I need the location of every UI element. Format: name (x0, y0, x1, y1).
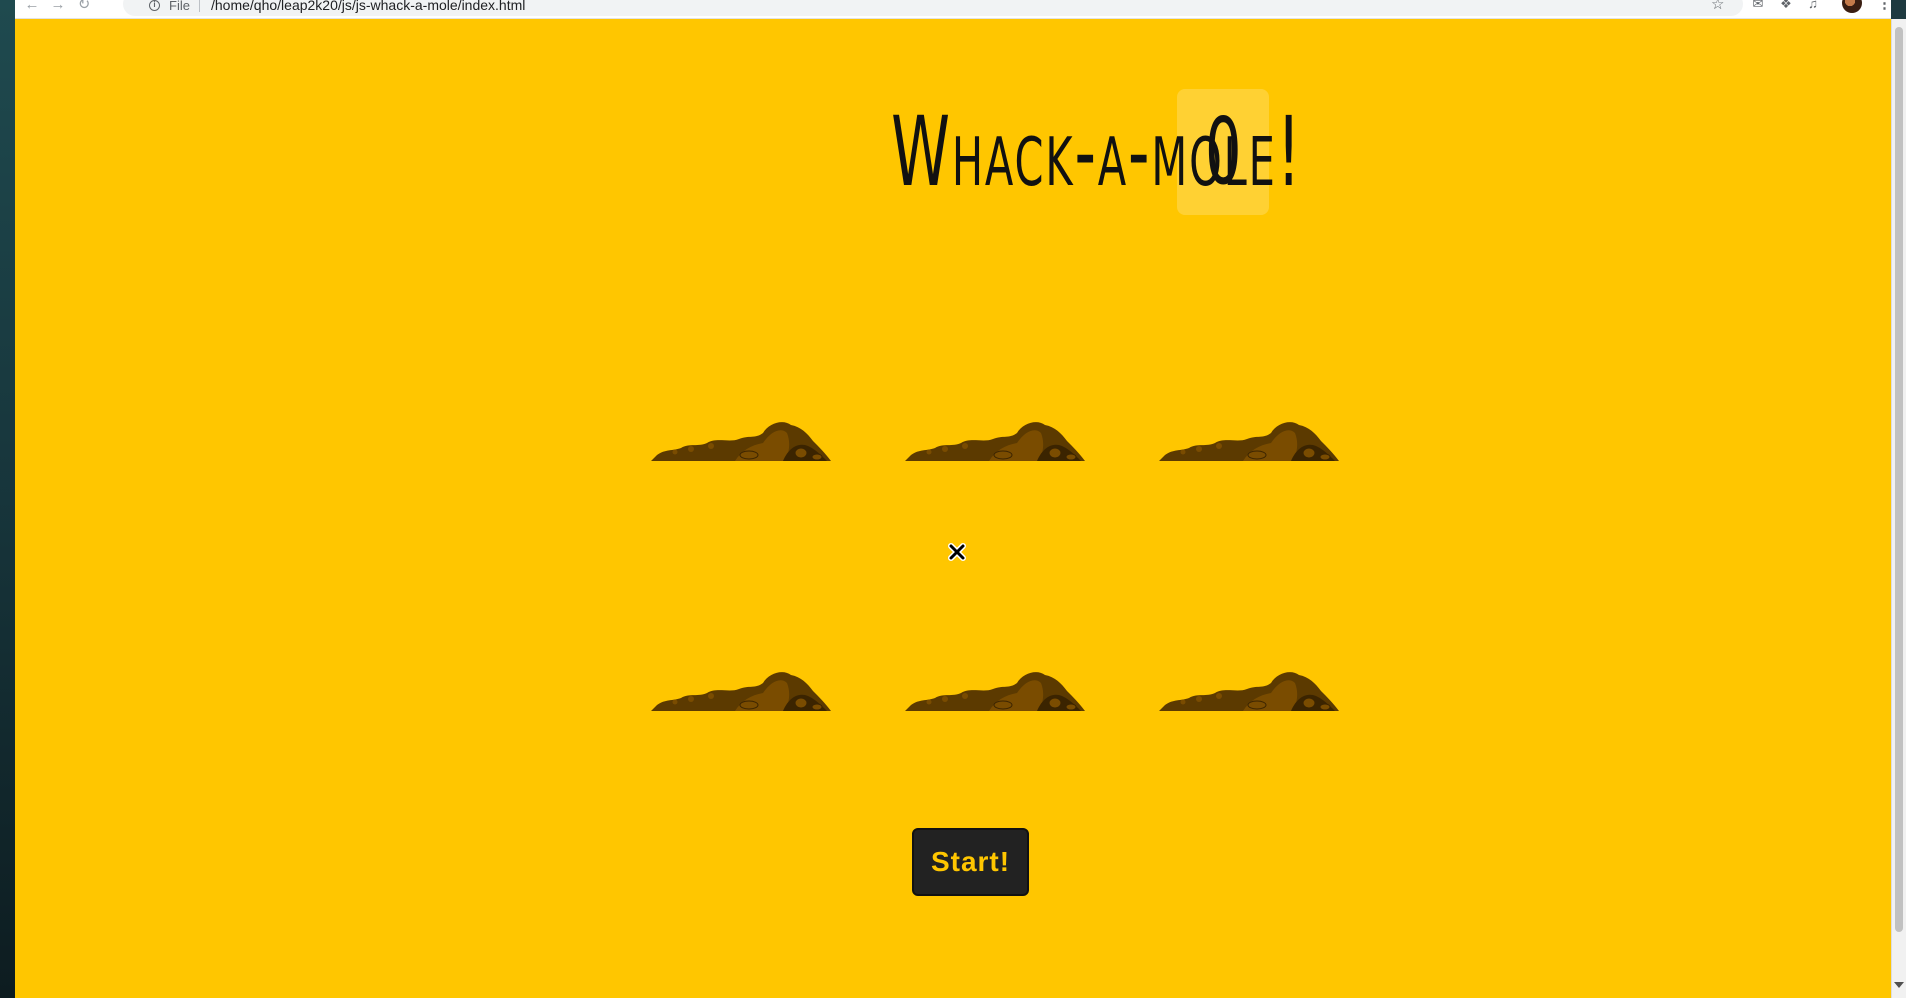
reload-icon[interactable]: ↻ (75, 0, 93, 14)
mole-hole[interactable] (1135, 551, 1371, 711)
dirt-mound-icon (1159, 672, 1339, 711)
scrollbar-thumb[interactable] (1895, 27, 1903, 932)
url-path[interactable]: /home/qho/leap2k20/js/js-whack-a-mole/in… (211, 0, 525, 12)
start-button[interactable]: Start! (912, 828, 1029, 896)
address-bar[interactable]: i File /home/qho/leap2k20/js/js-whack-a-… (123, 0, 1743, 16)
url-scheme: File (169, 0, 190, 13)
avatar-icon[interactable] (1842, 0, 1862, 13)
dirt-mound-icon (905, 422, 1085, 461)
dirt-mound-icon (651, 672, 831, 711)
star-icon[interactable]: ☆ (1711, 0, 1724, 14)
back-arrow-icon[interactable]: ← (23, 0, 41, 14)
page-viewport: Whack-a-mole! 0 Start! (15, 19, 1891, 998)
mole-hole[interactable] (627, 551, 863, 711)
forward-arrow-icon[interactable]: → (49, 0, 67, 14)
mail-icon[interactable]: ✉ (1750, 0, 1766, 12)
dirt-mound-icon (651, 422, 831, 461)
media-icon[interactable]: ♫ (1805, 0, 1821, 12)
desktop-background (0, 0, 15, 998)
mole-hole[interactable] (1135, 301, 1371, 461)
mole-hole[interactable] (881, 551, 1117, 711)
cursor-x-icon (948, 543, 966, 561)
page-header: Whack-a-mole! 0 (15, 89, 1891, 215)
browser-toolbar: ← → ↻ i File /home/qho/leap2k20/js/js-wh… (15, 0, 1892, 19)
game-board (627, 301, 1395, 801)
scroll-down-arrow-icon[interactable] (1894, 982, 1904, 988)
dirt-mound-icon (905, 672, 1085, 711)
url-separator (199, 0, 200, 12)
puzzle-icon[interactable]: ❖ (1778, 0, 1794, 12)
scrollbar[interactable] (1891, 19, 1906, 998)
mole-hole[interactable] (881, 301, 1117, 461)
dirt-mound-icon (1159, 422, 1339, 461)
mole-hole[interactable] (627, 301, 863, 461)
menu-dots-icon[interactable]: ⋮ (1877, 0, 1892, 12)
score-value: 0 (1204, 98, 1242, 205)
info-icon[interactable]: i (149, 0, 160, 11)
